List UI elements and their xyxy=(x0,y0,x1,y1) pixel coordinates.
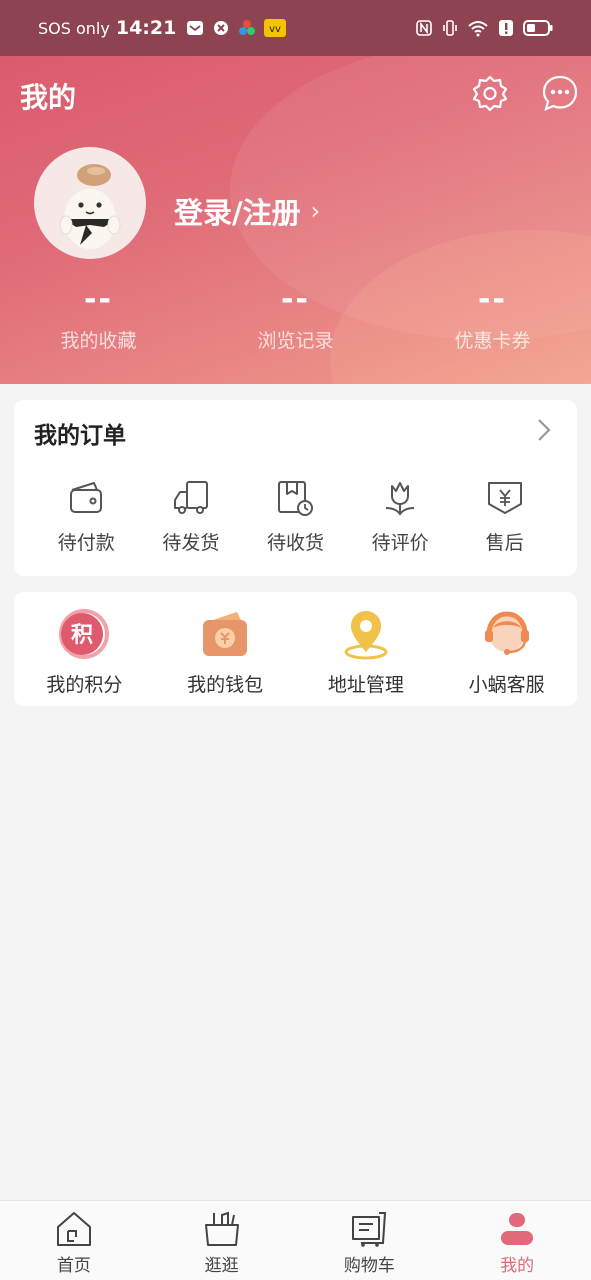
nfc-icon xyxy=(416,20,432,36)
nav-label: 购物车 xyxy=(343,1256,395,1276)
login-register-link[interactable]: 登录/注册 › xyxy=(174,190,320,232)
video-app-notification-icon: vv xyxy=(264,19,287,37)
order-item-label: 待收货 xyxy=(266,532,324,554)
order-after-sale[interactable]: 售后 xyxy=(452,478,557,555)
message-button[interactable] xyxy=(541,74,579,112)
cart-icon xyxy=(352,1212,387,1247)
stat-favorites[interactable]: -- 我的收藏 xyxy=(0,282,197,353)
service-label: 地址管理 xyxy=(327,674,404,696)
order-status-row: 待付款 待发货 待收货 待评价 售后 xyxy=(14,478,577,555)
order-pending-review[interactable]: 待评价 xyxy=(348,478,453,555)
stat-value: -- xyxy=(84,282,113,317)
svg-text:vv: vv xyxy=(269,24,281,35)
order-item-label: 待评价 xyxy=(371,532,429,554)
carrier-text: SOS only xyxy=(38,18,110,38)
nav-browse[interactable]: 逛逛 xyxy=(148,1201,296,1280)
order-item-label: 待付款 xyxy=(57,532,115,554)
orders-card: 我的订单 待付款 待发货 待收货 待评价 售后 xyxy=(14,400,577,576)
nav-label: 我的 xyxy=(500,1256,535,1276)
home-icon xyxy=(56,1212,91,1246)
stat-coupons[interactable]: -- 优惠卡券 xyxy=(394,282,591,353)
location-pin-icon xyxy=(344,611,388,660)
aftersale-yen-icon xyxy=(487,482,522,514)
points-icon: 积 xyxy=(59,609,110,659)
status-bar: SOS only 14:21 vv xyxy=(0,0,591,56)
order-item-label: 待发货 xyxy=(162,532,220,554)
user-stats: -- 我的收藏 -- 浏览记录 -- 优惠卡券 xyxy=(0,282,591,353)
wifi-icon xyxy=(468,21,488,37)
points-badge-text: 积 xyxy=(71,623,93,648)
stat-label: 我的收藏 xyxy=(60,330,137,352)
alert-icon xyxy=(499,20,513,36)
nav-label: 逛逛 xyxy=(204,1256,239,1276)
profile-icon xyxy=(501,1213,534,1245)
login-label: 登录/注册 xyxy=(174,196,301,230)
stat-value: -- xyxy=(281,282,310,317)
services-row: 积 我的积分 我的钱包 地址管理 小蜗客服 xyxy=(14,608,577,697)
service-customer-service[interactable]: 小蜗客服 xyxy=(436,608,577,697)
clock: 14:21 xyxy=(115,17,177,39)
stat-history[interactable]: -- 浏览记录 xyxy=(197,282,394,353)
stat-label: 浏览记录 xyxy=(257,330,334,352)
flower-icon xyxy=(386,482,415,516)
gear-icon xyxy=(472,75,508,112)
service-address[interactable]: 地址管理 xyxy=(296,608,437,697)
notification-icons: vv xyxy=(186,19,287,37)
nav-label: 首页 xyxy=(56,1256,91,1276)
order-pending-payment[interactable]: 待付款 xyxy=(34,478,139,555)
nav-profile[interactable]: 我的 xyxy=(443,1201,591,1280)
bottom-navigation: 首页 逛逛 购物车 我的 xyxy=(0,1200,591,1280)
settings-button[interactable] xyxy=(471,74,509,112)
nav-cart[interactable]: 购物车 xyxy=(296,1201,444,1280)
snail-mascot-icon xyxy=(59,164,121,249)
mail-notification-icon xyxy=(187,21,204,35)
avatar[interactable] xyxy=(34,147,146,259)
service-label: 我的积分 xyxy=(46,674,123,696)
service-label: 小蜗客服 xyxy=(468,674,545,696)
package-clock-icon xyxy=(278,481,314,516)
chevron-right-icon[interactable] xyxy=(533,416,555,444)
order-pending-receipt[interactable]: 待收货 xyxy=(243,478,348,555)
service-wallet[interactable]: 我的钱包 xyxy=(155,608,296,697)
customer-service-icon xyxy=(484,611,529,655)
page-title: 我的 xyxy=(20,81,77,114)
shield-notification-icon xyxy=(214,21,229,35)
wallet-yen-icon xyxy=(203,612,248,656)
chat-more-icon xyxy=(542,75,578,111)
service-points[interactable]: 积 我的积分 xyxy=(14,608,155,697)
basket-icon xyxy=(204,1211,239,1246)
order-item-label: 售后 xyxy=(485,532,524,554)
vibrate-icon xyxy=(443,20,457,36)
order-pending-shipment[interactable]: 待发货 xyxy=(139,478,244,555)
service-label: 我的钱包 xyxy=(187,674,264,696)
battery-icon xyxy=(523,20,553,36)
truck-icon xyxy=(173,481,208,514)
orders-title: 我的订单 xyxy=(34,423,126,449)
nav-home[interactable]: 首页 xyxy=(0,1201,148,1280)
stat-value: -- xyxy=(478,282,507,317)
services-card: 积 我的积分 我的钱包 地址管理 小蜗客服 xyxy=(14,592,577,706)
wallet-icon xyxy=(70,482,103,513)
app-notification-icon xyxy=(239,20,256,35)
stat-label: 优惠卡券 xyxy=(454,330,531,352)
chevron-right-icon: › xyxy=(310,197,321,225)
profile-screen: SOS only 14:21 vv 我的 登录/注册 › -- 我的收藏 -- … xyxy=(0,0,591,1280)
profile-header: SOS only 14:21 vv 我的 登录/注册 › -- 我的收藏 -- … xyxy=(0,0,591,384)
system-icons xyxy=(415,19,553,37)
